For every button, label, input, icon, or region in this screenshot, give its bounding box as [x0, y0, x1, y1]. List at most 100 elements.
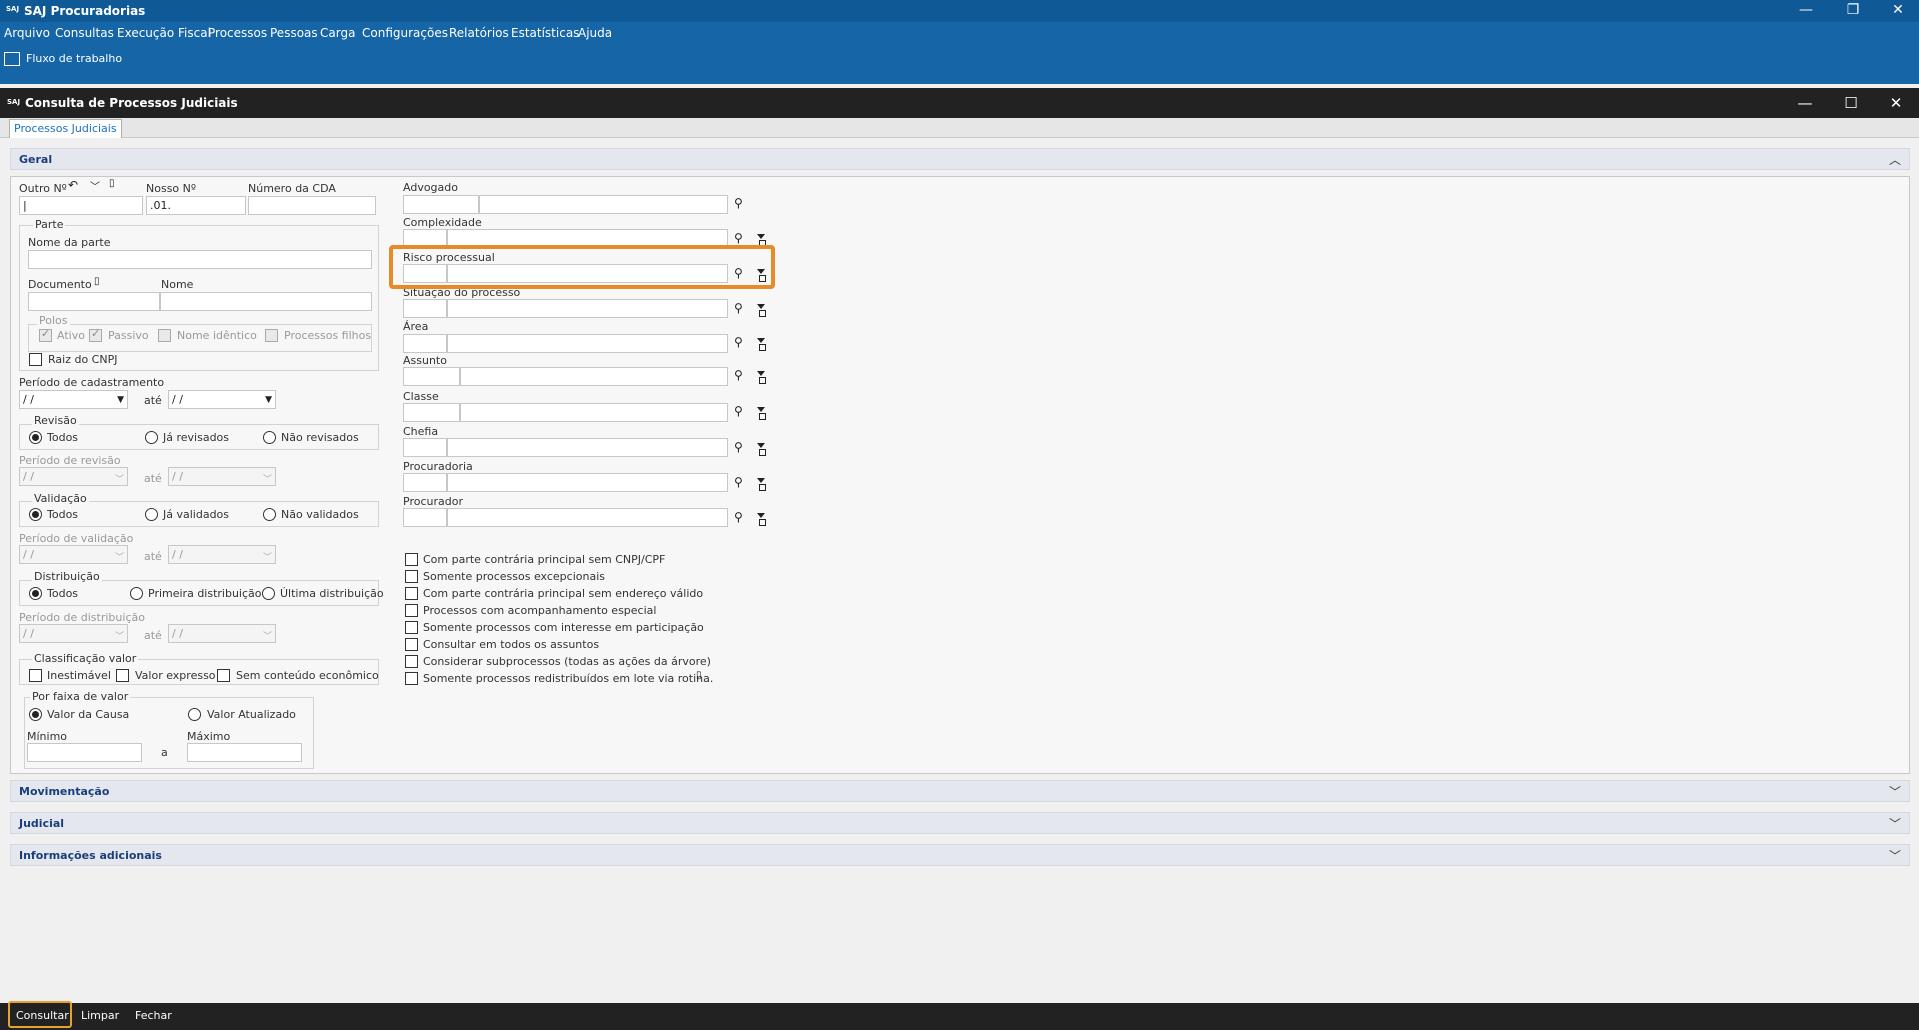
workflow-button[interactable]: Fluxo de trabalho [4, 52, 122, 66]
cadastramento-inicio-input[interactable]: / / ▼ [19, 390, 128, 409]
filter-icon[interactable] [757, 407, 766, 420]
check-sem-cnpj[interactable] [405, 553, 418, 566]
assunto-code-input[interactable] [403, 367, 460, 386]
situacao-name-input[interactable] [447, 299, 728, 318]
search-icon[interactable]: ⚲ [734, 440, 743, 454]
chevron-up-icon[interactable]: ︿ [1889, 151, 1901, 168]
outro-input[interactable]: | [19, 196, 143, 215]
chevron-down-icon[interactable]: ﹀ [1889, 847, 1901, 864]
check-todos-assuntos[interactable] [405, 638, 418, 651]
check-acompanhamento[interactable] [405, 604, 418, 617]
section-movimentacao-header[interactable]: Movimentação ﹀ [10, 780, 1910, 802]
cda-input[interactable] [248, 196, 376, 215]
chevron-down-icon[interactable]: ﹀ [90, 178, 100, 193]
raiz-cnpj-checkbox[interactable] [29, 353, 42, 366]
situacao-code-input[interactable] [403, 299, 447, 318]
menu-ajuda[interactable]: Ajuda [578, 26, 612, 40]
search-icon[interactable]: ⚲ [734, 335, 743, 349]
validacao-inicio-input[interactable]: / / ﹀ [19, 545, 128, 564]
procuradoria-name-input[interactable] [447, 473, 728, 492]
revisao-inicio-input[interactable]: / / ﹀ [19, 467, 128, 486]
valor-expresso-checkbox[interactable] [116, 669, 129, 682]
fechar-button[interactable]: Fechar [135, 1009, 172, 1022]
search-icon[interactable]: ⚲ [734, 475, 743, 489]
section-judicial-header[interactable]: Judicial ﹀ [10, 812, 1910, 834]
menu-relatorios[interactable]: Relatórios [449, 26, 509, 40]
distribuicao-todos-radio[interactable] [29, 587, 42, 600]
search-icon[interactable]: ⚲ [734, 231, 743, 245]
distribuicao-fim-input[interactable]: / / ﹀ [168, 624, 276, 643]
dialog-close-icon[interactable]: ✕ [1876, 92, 1916, 114]
dialog-maximize-icon[interactable]: ☐ [1831, 92, 1871, 114]
procurador-code-input[interactable] [403, 508, 447, 527]
revisao-todos-radio[interactable] [29, 431, 42, 444]
search-icon[interactable]: ⚲ [734, 196, 743, 210]
chevron-down-icon[interactable]: ▼ [117, 395, 124, 405]
info-icon[interactable]: ▯ [696, 670, 702, 681]
passivo-checkbox[interactable] [89, 327, 102, 342]
chevron-down-icon[interactable]: ﹀ [263, 472, 272, 485]
advogado-code-input[interactable] [403, 195, 479, 214]
maximo-input[interactable] [187, 743, 302, 762]
info-icon[interactable]: ▯ [109, 178, 115, 189]
chevron-down-icon[interactable]: ﹀ [263, 629, 272, 642]
nao-revisados-radio[interactable] [263, 431, 276, 444]
procurador-name-input[interactable] [447, 508, 728, 527]
section-info-adicionais-header[interactable]: Informações adicionais ﹀ [10, 844, 1910, 866]
documento-input[interactable] [28, 292, 160, 311]
classe-name-input[interactable] [460, 403, 728, 422]
nao-validados-radio[interactable] [263, 508, 276, 521]
check-subprocessos[interactable] [405, 655, 418, 668]
info-icon[interactable]: ▯ [94, 276, 100, 287]
section-geral-header[interactable]: Geral ︿ [10, 148, 1910, 170]
chevron-down-icon[interactable]: ﹀ [115, 550, 124, 563]
filter-icon[interactable] [757, 478, 766, 491]
revisao-fim-input[interactable]: / / ﹀ [168, 467, 276, 486]
chevron-down-icon[interactable]: ﹀ [1889, 815, 1901, 832]
menu-pessoas[interactable]: Pessoas [270, 26, 318, 40]
filter-icon[interactable] [757, 304, 766, 317]
restore-icon[interactable]: ❐ [1833, 0, 1873, 22]
minimize-icon[interactable]: — [1786, 0, 1826, 22]
ja-revisados-radio[interactable] [145, 431, 158, 444]
search-icon[interactable]: ⚲ [734, 510, 743, 524]
search-icon[interactable]: ⚲ [734, 368, 743, 382]
check-redistribuidos[interactable] [405, 672, 418, 685]
chevron-down-icon[interactable]: ﹀ [263, 550, 272, 563]
menu-estatisticas[interactable]: Estatísticas [511, 26, 579, 40]
sem-conteudo-checkbox[interactable] [217, 669, 230, 682]
validacao-todos-radio[interactable] [29, 508, 42, 521]
menu-arquivo[interactable]: Arquivo [4, 26, 50, 40]
validacao-fim-input[interactable]: / / ﹀ [168, 545, 276, 564]
search-icon[interactable]: ⚲ [734, 404, 743, 418]
chevron-down-icon[interactable]: ▼ [265, 395, 272, 405]
ja-validados-radio[interactable] [145, 508, 158, 521]
menu-processos[interactable]: Processos [208, 26, 267, 40]
minimo-input[interactable] [27, 743, 142, 762]
chevron-down-icon[interactable]: ﹀ [115, 629, 124, 642]
chevron-down-icon[interactable]: ﹀ [1889, 783, 1901, 800]
inestimavel-checkbox[interactable] [29, 669, 42, 682]
valor-atualizado-radio[interactable] [188, 708, 201, 721]
filter-icon[interactable] [757, 338, 766, 351]
cadastramento-fim-input[interactable]: / / ▼ [168, 390, 276, 409]
assunto-name-input[interactable] [460, 367, 728, 386]
nome-input[interactable] [160, 292, 372, 311]
chevron-down-icon[interactable]: ﹀ [115, 472, 124, 485]
distribuicao-inicio-input[interactable]: / / ﹀ [19, 624, 128, 643]
procuradoria-code-input[interactable] [403, 473, 447, 492]
area-name-input[interactable] [447, 334, 728, 353]
tab-processos-judiciais[interactable]: Processos Judiciais [9, 119, 122, 138]
close-icon[interactable]: ✕ [1878, 0, 1918, 22]
nosso-input[interactable]: .01. [146, 196, 246, 215]
chefia-name-input[interactable] [447, 438, 728, 457]
check-interesse[interactable] [405, 621, 418, 634]
undo-icon[interactable]: ↶ [68, 178, 78, 192]
menu-execucao-fiscal[interactable]: Execução Fiscal [117, 26, 211, 40]
menu-consultas[interactable]: Consultas [55, 26, 114, 40]
menu-configuracoes[interactable]: Configurações [362, 26, 448, 40]
ativo-checkbox[interactable] [39, 327, 52, 342]
chefia-code-input[interactable] [403, 438, 447, 457]
ultima-distribuicao-radio[interactable] [262, 587, 275, 600]
primeira-distribuicao-radio[interactable] [130, 587, 143, 600]
